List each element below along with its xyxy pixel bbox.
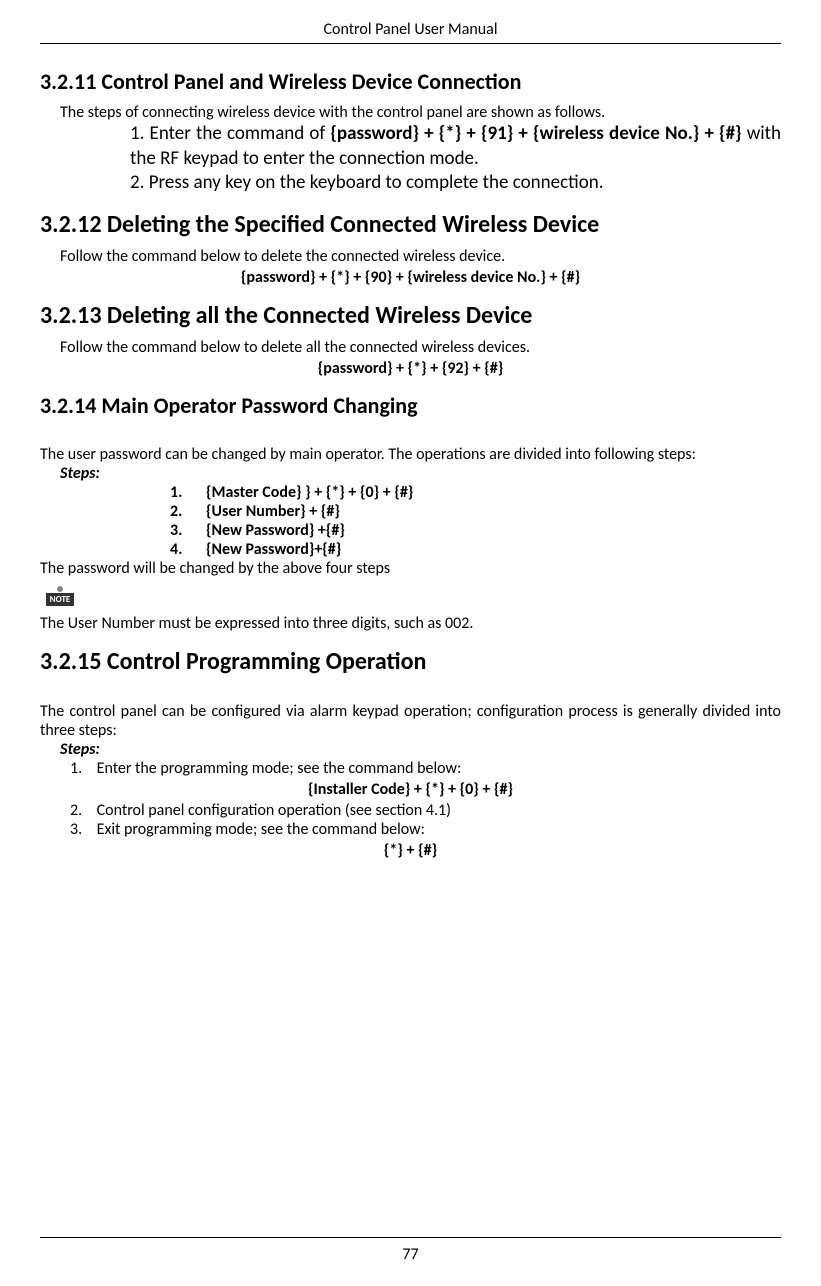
list-item-1-pre: 1. Enter the command of <box>130 122 330 145</box>
cmd-3-2-13: {password} + {*} + {92} + {#} <box>40 359 781 378</box>
step-text: Exit programming mode; see the command b… <box>97 820 425 839</box>
step-text: {User Number} + {#} <box>206 502 340 521</box>
step-num: 1. <box>170 483 206 502</box>
heading-3-2-11: 3.2.11 Control Panel and Wireless Device… <box>40 68 781 95</box>
list-item: 1. Enter the programming mode; see the c… <box>70 759 781 778</box>
heading-3-2-15: 3.2.15 Control Programming Operation <box>40 647 781 676</box>
note-label: NOTE <box>46 593 75 606</box>
steps-label-3-2-15: Steps: <box>60 740 781 759</box>
step-num: 2. <box>70 801 82 820</box>
intro-3-2-11: The steps of connecting wireless device … <box>60 103 781 122</box>
page-header: Control Panel User Manual <box>40 20 781 44</box>
after-steps-3-2-14: The password will be changed by the abov… <box>40 559 781 578</box>
cmd-3-2-12: {password} + {*} + {90} + {wireless devi… <box>40 268 781 287</box>
step-num: 4. <box>170 540 206 559</box>
step-num: 3. <box>70 820 82 839</box>
intro-3-2-14: The user password can be changed by main… <box>40 445 781 464</box>
page-number: 77 <box>40 1245 781 1264</box>
step-num: 2. <box>170 502 206 521</box>
heading-3-2-13: 3.2.13 Deleting all the Connected Wirele… <box>40 301 781 330</box>
list-item-1-cmd: {password} + {*} + {91} + {wireless devi… <box>330 122 741 145</box>
step-text: Control panel configuration operation (s… <box>97 801 451 820</box>
pin-icon <box>57 586 63 592</box>
cmd-3-2-15-1: {Installer Code} + {*} + {0} + {#} <box>40 780 781 799</box>
list-item: 2. Control panel configuration operation… <box>70 801 781 820</box>
step-text: {New Password}+{#} <box>206 540 341 559</box>
footer-rule <box>40 1237 781 1238</box>
steps-list-3-2-14: 1.{Master Code} } + {*} + {0} + {#} 2.{U… <box>170 483 781 559</box>
intro-3-2-12: Follow the command below to delete the c… <box>60 247 781 266</box>
list-item-2: 2. Press any key on the keyboard to comp… <box>130 171 781 196</box>
cmd-3-2-15-3: {*} + {#} <box>40 841 781 860</box>
note-text-3-2-14: The User Number must be expressed into t… <box>40 614 781 633</box>
step-text: {New Password} +{#} <box>206 521 345 540</box>
step-text: {Master Code} } + {*} + {0} + {#} <box>206 483 413 502</box>
intro-3-2-15: The control panel can be configured via … <box>40 702 781 740</box>
list-item: 3. Exit programming mode; see the comman… <box>70 820 781 839</box>
step-num: 1. <box>70 759 82 778</box>
heading-3-2-12: 3.2.12 Deleting the Specified Connected … <box>40 210 781 239</box>
note-icon: NOTE <box>40 580 80 612</box>
list-item-1: 1. Enter the command of {password} + {*}… <box>130 122 781 171</box>
intro-3-2-13: Follow the command below to delete all t… <box>60 338 781 357</box>
step-text: Enter the programming mode; see the comm… <box>97 759 462 778</box>
step-num: 3. <box>170 521 206 540</box>
heading-3-2-14: 3.2.14 Main Operator Password Changing <box>40 392 781 419</box>
steps-label-3-2-14: Steps: <box>60 464 781 483</box>
